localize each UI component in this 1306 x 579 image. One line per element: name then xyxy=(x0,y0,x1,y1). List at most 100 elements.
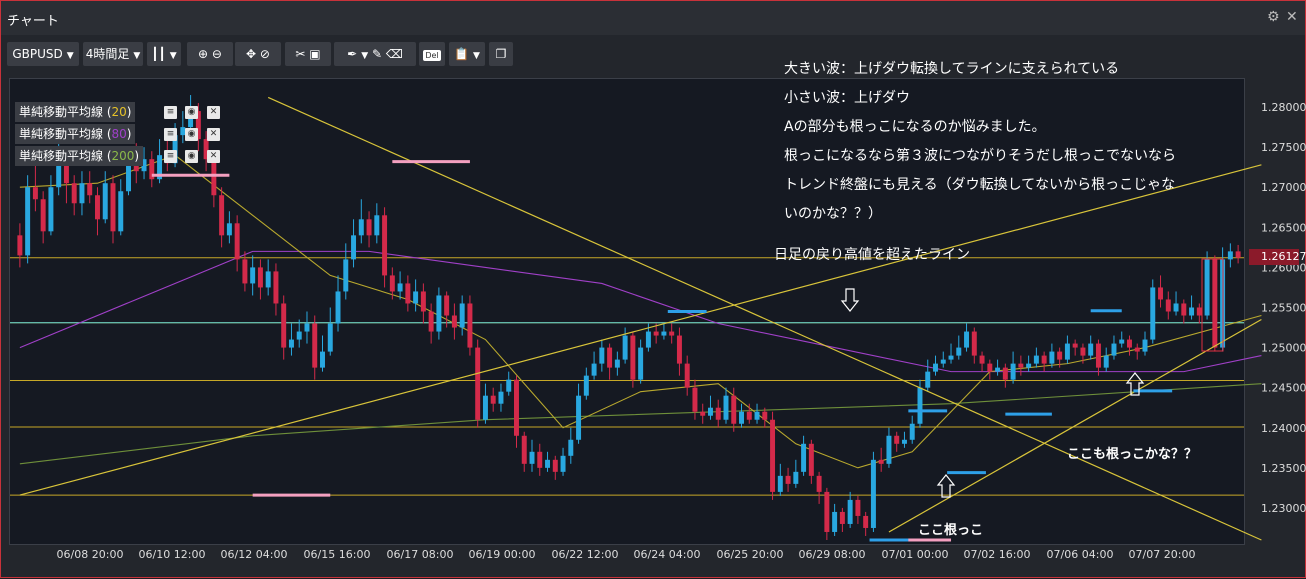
indicator-visibility-icon[interactable]: ◉ xyxy=(185,106,198,119)
candle-bear xyxy=(630,335,636,380)
indicator-remove-icon[interactable]: ✕ xyxy=(207,128,220,141)
candle-bear xyxy=(770,419,776,492)
candle-bear xyxy=(94,195,100,220)
chart-svg: 1.23000 1.23500 1.24000 1.24500 1.25000 1.255… xyxy=(10,95,1306,561)
candle-bear xyxy=(1212,259,1218,348)
indicator-visibility-icon[interactable]: ◉ xyxy=(185,150,198,163)
candle-bull xyxy=(1150,287,1156,340)
candle-bull xyxy=(1111,343,1117,356)
candle-bear xyxy=(653,331,659,336)
candle-bear xyxy=(444,295,450,316)
x-tick-label: 06/17 08:00 xyxy=(387,548,454,561)
candle-bear xyxy=(894,435,900,444)
indicator-label-ma20[interactable]: 単純移動平均線 (20) xyxy=(15,102,136,122)
candle-bear xyxy=(1002,367,1008,380)
candle-bear xyxy=(692,387,698,412)
candle-bull xyxy=(48,187,54,232)
candle-bull xyxy=(964,331,970,348)
candle-bear xyxy=(32,187,38,200)
candle-bull xyxy=(1033,355,1039,364)
candle-bear xyxy=(971,331,977,356)
indicator-remove-icon[interactable]: ✕ xyxy=(207,106,220,119)
y-tick-label: 1.23500 xyxy=(1261,462,1306,475)
y-tick-label: 1.26500 xyxy=(1261,221,1306,234)
candle-bear xyxy=(824,491,830,532)
candle-bear xyxy=(607,347,613,368)
candle-bull xyxy=(320,351,325,368)
candle-bull xyxy=(226,223,232,236)
candle-bear xyxy=(676,335,682,364)
chart-window: チャート ⚙ ✕ GBPUSD ▼ 4時間足 ▼ ┃┃ ▼ ⊕ ⊖ ✥ ⊘ ✂ ▣ ✒… xyxy=(0,0,1306,578)
candle-bear xyxy=(273,271,279,304)
candle-bull xyxy=(948,355,954,360)
note-line: 根っこになるなら第３波につながりそうだし根っこでないなら xyxy=(784,148,1176,164)
candle-bear xyxy=(552,459,558,472)
candle-bull xyxy=(343,259,349,292)
candle-bull xyxy=(1119,339,1125,344)
candle-bear xyxy=(1235,251,1241,258)
y-tick-label: 1.28000 xyxy=(1261,101,1306,114)
x-tick-label: 06/22 12:00 xyxy=(552,548,619,561)
candle-bear xyxy=(762,411,768,420)
candle-bear xyxy=(281,303,287,348)
candle-bull xyxy=(568,439,574,456)
y-tick-label: 1.23000 xyxy=(1261,502,1306,515)
paren-close: ) xyxy=(126,105,132,119)
candle-bear xyxy=(17,235,23,256)
indicator-label-ma200[interactable]: 単純移動平均線 (200) xyxy=(15,146,144,166)
indicator-name: 単純移動平均線 xyxy=(19,127,104,141)
candle-bull xyxy=(1173,303,1179,312)
last-price-tag: 1.26127 xyxy=(1249,249,1306,265)
candle-bear xyxy=(785,475,791,484)
candle-bull xyxy=(327,323,333,352)
candle-bull xyxy=(498,391,504,404)
x-tick-label: 07/06 04:00 xyxy=(1047,548,1114,561)
candle-bear xyxy=(405,283,411,304)
candle-bull xyxy=(397,283,403,292)
candle-bear xyxy=(855,499,861,516)
indicator-settings-icon[interactable]: ≡ xyxy=(164,128,177,141)
candle-bull xyxy=(560,455,566,472)
paren-open: ( xyxy=(103,105,112,119)
indicator-remove-icon[interactable]: ✕ xyxy=(207,150,220,163)
candle-bull xyxy=(1064,343,1070,360)
candle-bull xyxy=(777,475,783,492)
indicator-period: 200 xyxy=(111,149,135,163)
y-tick-label: 1.24500 xyxy=(1261,382,1306,395)
candle-bull xyxy=(886,435,892,464)
y-tick-label: 1.24000 xyxy=(1261,422,1306,435)
candle-bear xyxy=(521,435,527,464)
candle-bear xyxy=(987,363,993,372)
candle-bear xyxy=(467,303,473,348)
x-tick-label: 06/10 12:00 xyxy=(139,548,206,561)
indicator-settings-icon[interactable]: ≡ xyxy=(164,106,177,119)
candle-bear xyxy=(700,411,706,416)
candle-bull xyxy=(1227,251,1233,260)
candle-bull xyxy=(413,291,419,304)
indicator-visibility-icon[interactable]: ◉ xyxy=(185,128,198,141)
candle-bear xyxy=(428,311,434,332)
candle-bull xyxy=(801,443,807,472)
candle-bear xyxy=(514,379,519,436)
candle-bear xyxy=(1181,303,1187,316)
candle-bull xyxy=(250,267,256,284)
candle-bull xyxy=(707,407,713,416)
candle-bear xyxy=(715,407,721,420)
indicator-settings-icon[interactable]: ≡ xyxy=(164,150,177,163)
candle-bear xyxy=(451,315,457,328)
indicator-period: 80 xyxy=(111,127,127,141)
candle-bull xyxy=(847,499,853,524)
candle-bear xyxy=(234,223,240,260)
candle-bull xyxy=(1103,355,1109,368)
candle-bear xyxy=(684,363,690,388)
indicator-label-ma80[interactable]: 単純移動平均線 (80) xyxy=(15,124,136,144)
candle-bull xyxy=(901,439,907,444)
candle-bull xyxy=(304,323,310,332)
note-line: いのかな？？） xyxy=(784,206,882,222)
candle-bull xyxy=(917,387,923,424)
x-tick-label: 06/12 04:00 xyxy=(221,548,288,561)
daily-line-label: 日足の戻り高値を超えたライン xyxy=(774,247,970,263)
x-tick-label: 06/24 04:00 xyxy=(634,548,701,561)
candle-bear xyxy=(389,275,395,292)
candle-bull xyxy=(739,411,744,424)
